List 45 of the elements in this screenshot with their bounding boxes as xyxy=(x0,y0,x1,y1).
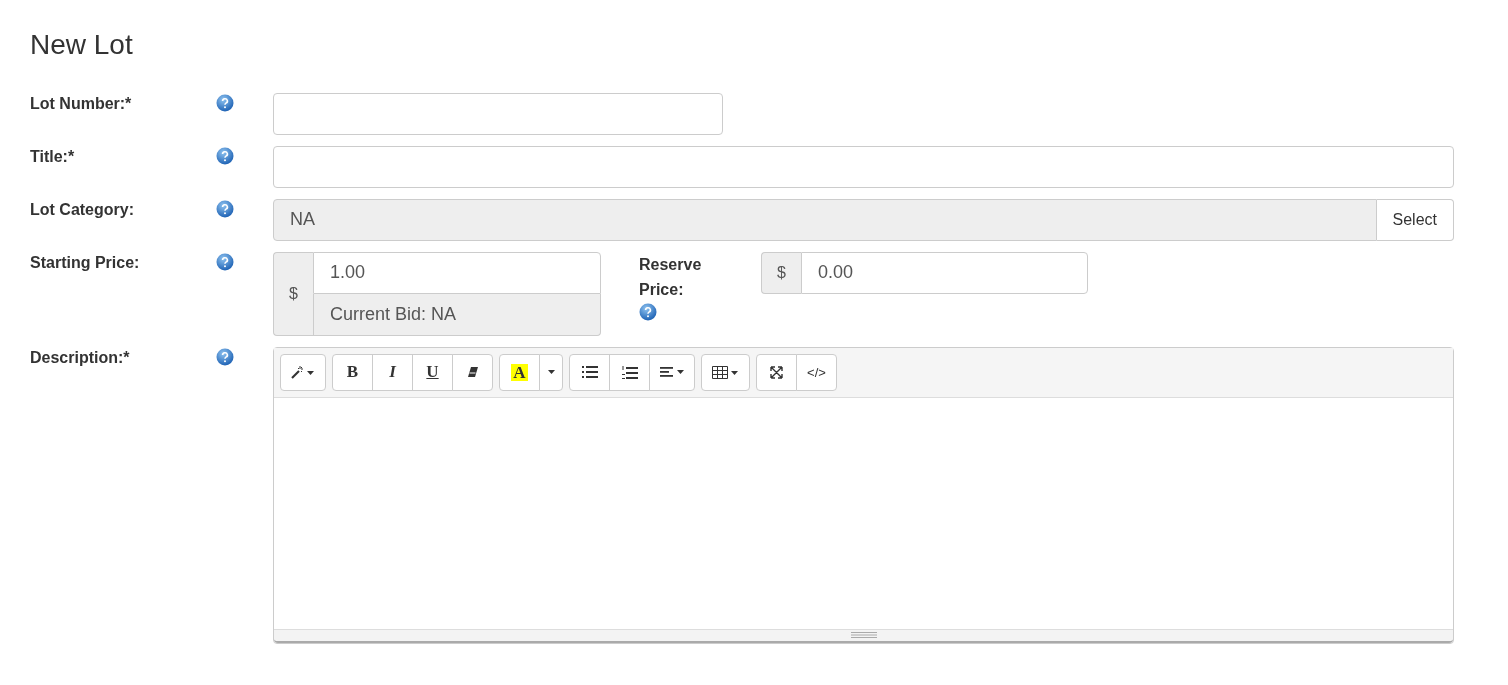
magic-button[interactable] xyxy=(280,353,326,391)
fullscreen-icon xyxy=(770,365,783,379)
current-bid-note: Current Bid: NA xyxy=(313,293,601,336)
select-button[interactable]: Select xyxy=(1376,198,1454,241)
grip-icon xyxy=(850,632,877,639)
field-label: Reserve Price: xyxy=(639,254,703,300)
price-field[interactable]: 1.00 xyxy=(313,251,601,294)
help-icon[interactable] xyxy=(216,252,234,271)
help-icon[interactable] xyxy=(216,146,234,165)
color-dropdown-button[interactable] xyxy=(539,353,563,391)
page-title: New Lot xyxy=(30,28,134,62)
numbers-button[interactable] xyxy=(609,353,650,391)
currency-addon: $ xyxy=(761,251,801,294)
caret-icon xyxy=(547,370,555,375)
category-field: NA xyxy=(273,198,1377,241)
help-icon[interactable] xyxy=(639,302,657,321)
bullets-button[interactable] xyxy=(569,353,610,391)
help-icon[interactable] xyxy=(216,93,234,112)
field-label: Lot Number:* xyxy=(30,93,133,114)
text-field[interactable] xyxy=(273,92,723,135)
align-button[interactable] xyxy=(649,353,695,391)
italic-button[interactable]: I xyxy=(372,353,413,391)
help-icon[interactable] xyxy=(216,199,234,218)
field-label: Starting Price: xyxy=(30,252,141,273)
text-field[interactable] xyxy=(273,145,1454,188)
fullscreen-button[interactable] xyxy=(756,353,797,391)
bullet-list-icon xyxy=(581,366,598,379)
table-icon xyxy=(712,365,739,379)
eraser-button[interactable] xyxy=(452,353,493,391)
currency-addon: $ xyxy=(273,251,313,336)
rich-text-editor[interactable]: B I U A </> xyxy=(273,346,1454,644)
eraser-icon xyxy=(466,366,479,379)
field-label: Lot Category: xyxy=(30,199,135,220)
underline-button[interactable]: U xyxy=(412,353,453,391)
field-label: Description:* xyxy=(30,347,131,368)
highlight-button[interactable]: A xyxy=(499,353,540,391)
field-label: Title:* xyxy=(30,146,76,167)
magic-wand-icon xyxy=(291,365,315,380)
table-button[interactable] xyxy=(701,353,750,391)
price-field[interactable]: 0.00 xyxy=(801,251,1088,294)
align-left-icon xyxy=(660,367,684,378)
bold-button[interactable]: B xyxy=(332,353,373,391)
code-view-button[interactable]: </> xyxy=(796,353,837,391)
numbered-list-icon xyxy=(621,365,638,379)
help-icon[interactable] xyxy=(216,347,234,366)
